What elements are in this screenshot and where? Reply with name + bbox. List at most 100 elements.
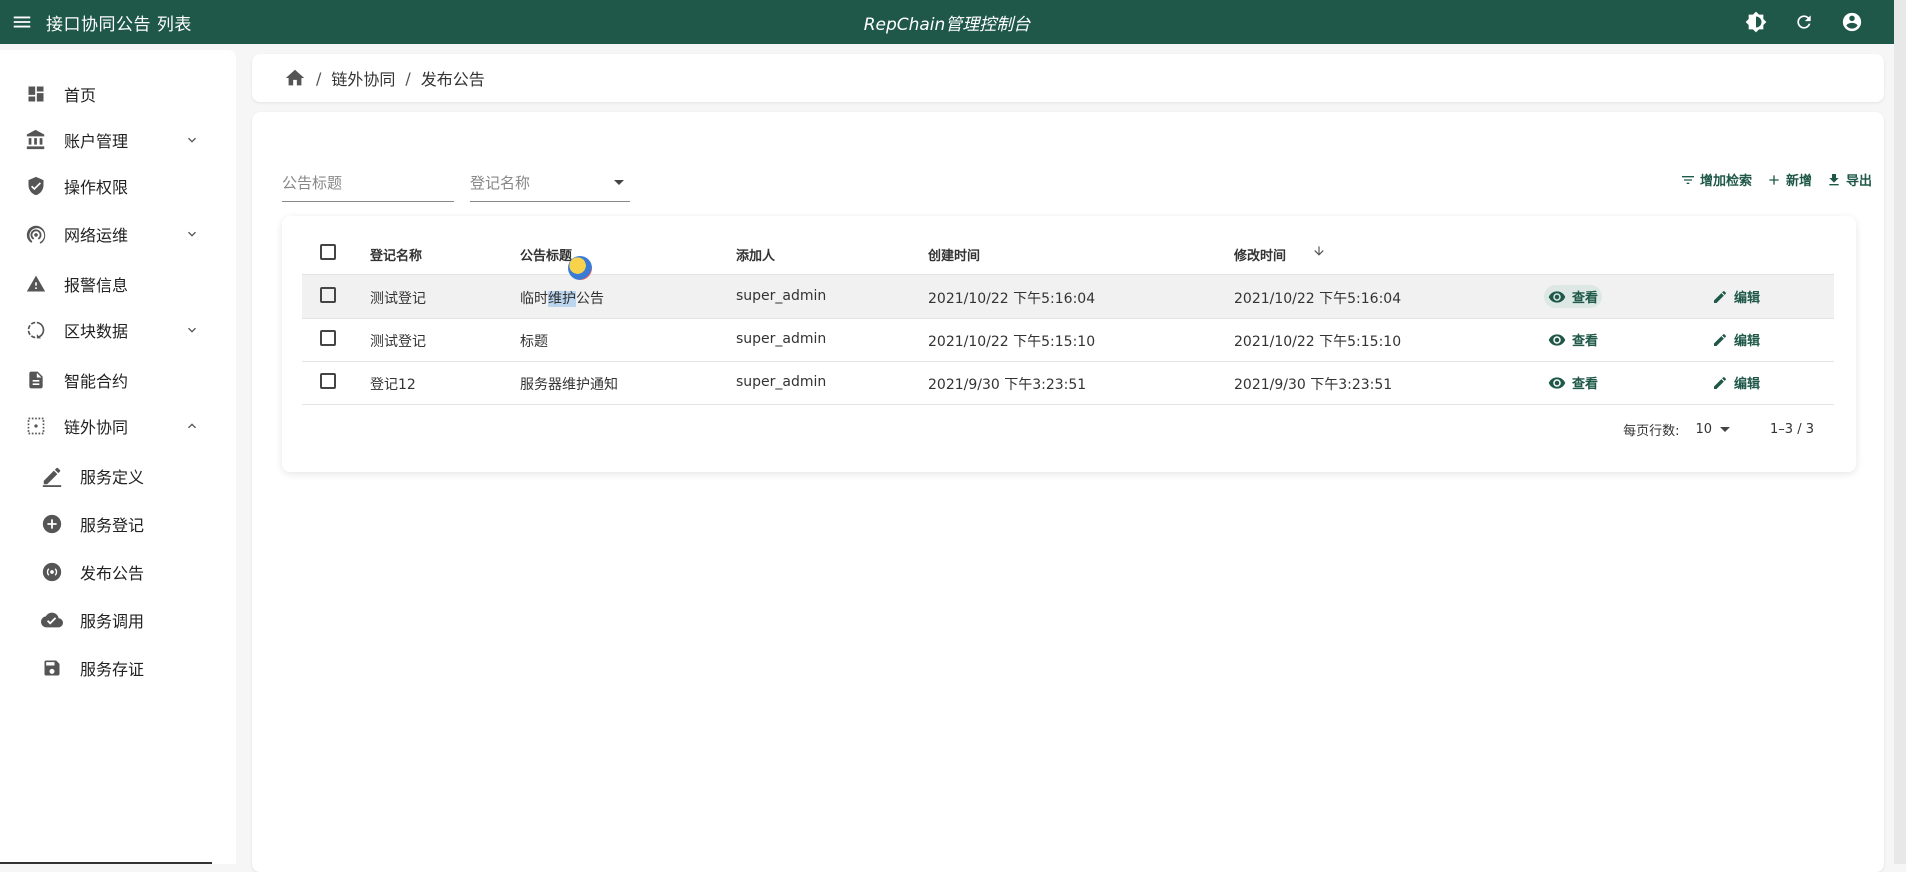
eye-icon [1548, 333, 1566, 346]
cell-title: 临时维护公告 [520, 288, 604, 308]
pencil-icon [40, 464, 64, 488]
view-button[interactable]: 查看 [1544, 371, 1602, 394]
sidebar-item-label: 链外协同 [64, 418, 129, 437]
view-label: 查看 [1572, 377, 1599, 392]
sidebar-item-home[interactable]: 首页 [0, 74, 236, 114]
dropdown-arrow-icon [614, 180, 624, 185]
view-button[interactable]: 查看 [1544, 328, 1602, 351]
cloud-done-icon [40, 608, 64, 632]
data-table: 登记名称 公告标题 添加人 创建时间 修改时间 测试登记 临时维护公告 supe… [282, 216, 1856, 472]
sidebar-item-offchain[interactable]: 链外协同 [0, 406, 236, 446]
sidebar-item-alerts[interactable]: 报警信息 [0, 264, 236, 304]
cell-title: 标题 [520, 334, 548, 350]
column-header-modified[interactable]: 修改时间 [1234, 245, 1286, 264]
column-header-registration[interactable]: 登记名称 [370, 245, 422, 264]
add-label: 新增 [1785, 174, 1812, 189]
sidebar-item-label: 服务调用 [80, 612, 145, 631]
sidebar-item-service-registration[interactable]: 服务登记 [0, 504, 236, 544]
account-icon[interactable] [1840, 10, 1864, 34]
edit-button[interactable]: 编辑 [1708, 328, 1764, 351]
sidebar-item-label: 服务定义 [80, 468, 145, 487]
wifi-tethering-icon [24, 222, 48, 246]
pencil-icon [1714, 290, 1727, 303]
cell-creator: super_admin [736, 331, 827, 347]
row-checkbox[interactable] [320, 287, 336, 303]
dashboard-icon [24, 82, 48, 106]
main-content: 公告标题 登记名称 增加检索 新增 导出 登记名称 公告标题 添加人 创建时间 … [252, 112, 1884, 872]
cell-created: 2021/9/30 下午3:23:51 [928, 377, 1087, 393]
column-header-title[interactable]: 公告标题 [520, 245, 572, 264]
sidebar-item-label: 首页 [64, 86, 97, 105]
page-title: 接口协同公告 列表 [46, 14, 192, 35]
shield-icon [24, 174, 48, 198]
menu-icon[interactable] [0, 0, 44, 44]
edit-label: 编辑 [1734, 377, 1761, 392]
sidebar-item-service-invocation[interactable]: 服务调用 [0, 600, 236, 640]
brightness-icon[interactable] [1744, 10, 1768, 34]
refresh-icon[interactable] [1792, 10, 1816, 34]
sidebar-item-accounts[interactable]: 账户管理 [0, 120, 236, 160]
table-row[interactable]: 登记12 服务器维护通知 super_admin 2021/9/30 下午3:2… [302, 361, 1834, 405]
chevron-down-icon [182, 130, 202, 150]
edit-button[interactable]: 编辑 [1708, 371, 1764, 394]
table-row[interactable]: 测试登记 临时维护公告 super_admin 2021/10/22 下午5:1… [302, 275, 1834, 319]
breadcrumb-item: 发布公告 [420, 70, 485, 89]
sidebar-item-announcements[interactable]: 发布公告 [0, 552, 236, 592]
table-header-row: 登记名称 公告标题 添加人 创建时间 修改时间 [302, 232, 1834, 275]
rows-per-page-select[interactable]: 10 [1695, 422, 1731, 437]
cell-created: 2021/10/22 下午5:15:10 [928, 334, 1096, 350]
sort-arrow-down-icon[interactable] [1312, 244, 1326, 262]
sidebar: 首页 账户管理 操作权限 网络运维 报警信息 区块数据 智能合约 链外协同 服务… [0, 50, 236, 864]
cell-creator: super_admin [736, 288, 827, 304]
sidebar-item-permissions[interactable]: 操作权限 [0, 166, 236, 206]
title-part: 公告 [576, 291, 604, 307]
table-row[interactable]: 测试登记 标题 super_admin 2021/10/22 下午5:15:10… [302, 318, 1834, 362]
title-selected-text: 维护 [548, 291, 576, 307]
title-filter-input[interactable]: 公告标题 [282, 170, 454, 202]
cell-modified: 2021/10/22 下午5:16:04 [1234, 291, 1402, 307]
cell-registration: 测试登记 [370, 334, 426, 350]
breadcrumb-separator: / [316, 68, 322, 88]
chevron-down-icon [182, 320, 202, 340]
page-scrollbar[interactable] [1894, 0, 1906, 864]
broadcast-icon [40, 560, 64, 584]
edit-label: 编辑 [1734, 291, 1761, 306]
sidebar-item-label: 区块数据 [64, 322, 129, 341]
sidebar-item-label: 操作权限 [64, 178, 129, 197]
add-search-label: 增加检索 [1699, 174, 1752, 189]
edit-button[interactable]: 编辑 [1708, 285, 1764, 308]
sidebar-item-label: 账户管理 [64, 132, 129, 151]
row-checkbox[interactable] [320, 373, 336, 389]
add-button[interactable]: 新增 [1766, 170, 1812, 189]
cell-registration: 测试登记 [370, 291, 426, 307]
sidebar-item-network[interactable]: 网络运维 [0, 214, 236, 254]
sidebar-item-service-evidence[interactable]: 服务存证 [0, 648, 236, 688]
dropdown-arrow-icon [1720, 427, 1731, 432]
appbar-actions [1744, 0, 1864, 44]
sidebar-item-blocks[interactable]: 区块数据 [0, 310, 236, 350]
view-button[interactable]: 查看 [1544, 285, 1603, 308]
rows-per-page-label: 每页行数: [1623, 424, 1680, 439]
column-header-created[interactable]: 创建时间 [928, 245, 980, 264]
warning-icon [24, 272, 48, 296]
export-button[interactable]: 导出 [1826, 170, 1872, 189]
download-icon [1829, 173, 1839, 185]
export-label: 导出 [1845, 174, 1872, 189]
pagination: 每页行数: 10 1–3 / 3 [1623, 420, 1814, 439]
column-header-creator[interactable]: 添加人 [736, 245, 775, 264]
pagination-range: 1–3 / 3 [1770, 422, 1814, 437]
chevron-down-icon [182, 224, 202, 244]
select-all-checkbox[interactable] [320, 244, 336, 260]
pencil-icon [1714, 376, 1727, 389]
cell-title: 服务器维护通知 [520, 377, 618, 393]
sidebar-item-service-definition[interactable]: 服务定义 [0, 456, 236, 496]
cell-created: 2021/10/22 下午5:16:04 [928, 291, 1096, 307]
sidebar-item-label: 报警信息 [64, 276, 129, 295]
add-search-button[interactable]: 增加检索 [1680, 170, 1752, 189]
sidebar-item-contracts[interactable]: 智能合约 [0, 360, 236, 400]
home-icon[interactable] [284, 67, 306, 89]
row-checkbox[interactable] [320, 330, 336, 346]
pencil-icon [1714, 333, 1727, 346]
registration-filter-select[interactable]: 登记名称 [470, 170, 630, 202]
breadcrumb-item[interactable]: 链外协同 [331, 66, 395, 90]
